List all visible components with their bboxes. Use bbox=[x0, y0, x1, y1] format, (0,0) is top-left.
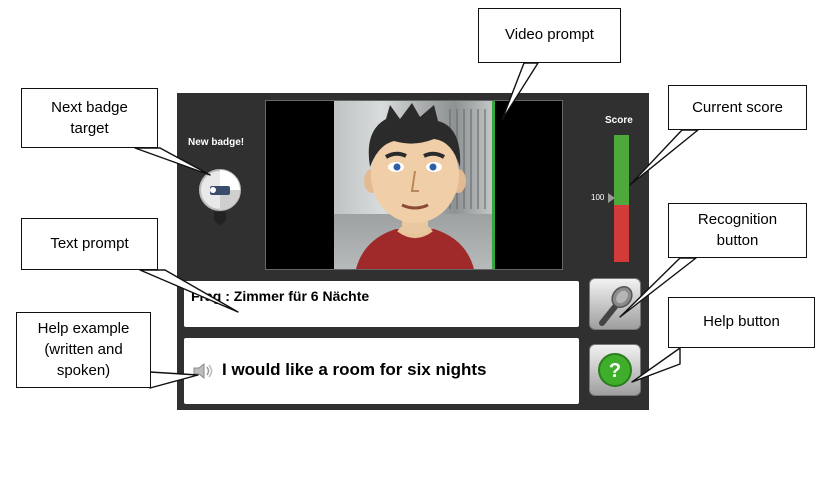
callout-text-prompt: Text prompt bbox=[21, 218, 158, 270]
pointer-help-button bbox=[631, 347, 681, 383]
pointer-next-badge bbox=[134, 147, 211, 176]
callout-video-prompt: Video prompt bbox=[478, 8, 621, 63]
pointer-help-example bbox=[149, 371, 199, 389]
pointer-video-prompt bbox=[501, 62, 539, 121]
callout-help-example: Help example (written and spoken) bbox=[16, 312, 151, 388]
callout-help-button: Help button bbox=[668, 297, 815, 348]
callout-current-score: Current score bbox=[668, 85, 807, 130]
callout-recognition-button: Recognition button bbox=[668, 203, 807, 258]
pointer-current-score bbox=[629, 129, 699, 186]
callout-next-badge: Next badge target bbox=[21, 88, 158, 148]
pointer-text-prompt bbox=[139, 269, 239, 313]
